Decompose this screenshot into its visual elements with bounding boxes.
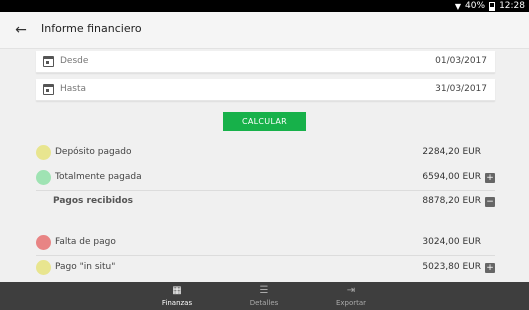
- row-label: Depósito pagado: [55, 147, 132, 157]
- date-from-value: 01/03/2017: [435, 56, 487, 66]
- row-label: Pago "in situ": [55, 262, 116, 272]
- status-bar: ▼ 40% 12:28: [0, 0, 529, 12]
- date-to-label: Hasta: [60, 84, 87, 94]
- summary-row-deposit: Depósito pagado 2284,20 EUR: [36, 142, 495, 164]
- battery-percent: 40%: [465, 1, 486, 11]
- summary-row-fully-paid: Totalmente pagada 6594,00 EUR +: [36, 167, 495, 189]
- summary-row-received: Pagos recibidos 8878,20 EUR −: [36, 191, 495, 213]
- status-dot: [36, 235, 51, 250]
- row-label: Pagos recibidos: [53, 196, 134, 206]
- date-to-value: 31/03/2017: [435, 84, 487, 94]
- list-icon: ☰: [259, 285, 269, 296]
- status-dot: [36, 145, 51, 160]
- status-dot: [36, 170, 51, 185]
- expand-plus-icon[interactable]: +: [485, 263, 495, 273]
- nav-item-export[interactable]: ⇥ Exportar: [311, 282, 391, 310]
- calculate-button[interactable]: CALCULAR: [223, 112, 306, 131]
- date-from-label: Desde: [60, 56, 89, 66]
- back-arrow-icon[interactable]: ←: [12, 21, 30, 39]
- calendar-icon: [43, 56, 54, 67]
- nav-item-finances[interactable]: ▦ Finanzas: [137, 282, 217, 310]
- app-bar: ← Informe financiero: [0, 12, 529, 49]
- row-amount: 8878,20 EUR: [422, 196, 481, 206]
- row-amount: 6594,00 EUR: [422, 172, 481, 182]
- status-bar-right: ▼ 40% 12:28: [455, 0, 525, 12]
- clock: 12:28: [499, 1, 525, 11]
- row-amount: 5023,80 EUR: [422, 262, 481, 272]
- page-title: Informe financiero: [41, 22, 142, 35]
- battery-icon: [489, 1, 496, 11]
- calculator-icon: ▦: [172, 285, 182, 296]
- status-dot: [36, 260, 51, 275]
- export-icon: ⇥: [346, 285, 356, 296]
- nav-label: Exportar: [335, 299, 367, 307]
- wifi-icon: ▼: [454, 1, 462, 11]
- summary-row-no-payment: Falta de pago 3024,00 EUR: [36, 232, 495, 254]
- divider: [36, 255, 495, 256]
- row-amount: 3024,00 EUR: [422, 237, 481, 247]
- nav-item-details[interactable]: ☰ Detalles: [224, 282, 304, 310]
- summary-row-on-site: Pago "in situ" 5023,80 EUR +: [36, 257, 495, 279]
- report-content: Desde 01/03/2017 Hasta 31/03/2017 CALCUL…: [0, 49, 529, 282]
- bottom-navigation: ▦ Finanzas ☰ Detalles ⇥ Exportar: [0, 282, 529, 310]
- date-to-field[interactable]: Hasta 31/03/2017: [36, 79, 495, 101]
- row-amount: 2284,20 EUR: [422, 147, 481, 157]
- nav-label: Finanzas: [161, 299, 193, 307]
- row-label: Falta de pago: [55, 237, 116, 247]
- calendar-icon: [43, 84, 54, 95]
- date-from-field[interactable]: Desde 01/03/2017: [36, 51, 495, 73]
- nav-label: Detalles: [249, 299, 279, 307]
- row-label: Totalmente pagada: [55, 172, 142, 182]
- collapse-minus-icon[interactable]: −: [485, 197, 495, 207]
- expand-plus-icon[interactable]: +: [485, 173, 495, 183]
